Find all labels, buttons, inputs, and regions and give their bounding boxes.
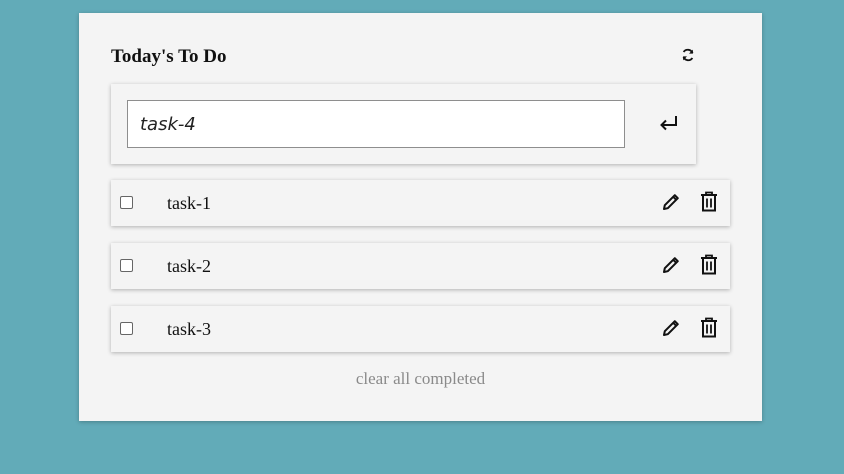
trash-icon bbox=[701, 191, 717, 212]
edit-task-button[interactable] bbox=[661, 255, 681, 275]
task-checkbox[interactable] bbox=[120, 322, 133, 335]
task-row: task-1 bbox=[111, 180, 730, 226]
pencil-icon bbox=[663, 320, 679, 336]
page-title: Today's To Do bbox=[111, 46, 227, 67]
clear-completed-link[interactable]: clear all completed bbox=[79, 369, 762, 389]
task-label: task-1 bbox=[167, 193, 211, 213]
refresh-icon bbox=[682, 48, 694, 62]
refresh-button[interactable] bbox=[680, 47, 696, 63]
task-label: task-3 bbox=[167, 319, 211, 339]
task-list: task-1 task-2 task-3 bbox=[111, 180, 730, 369]
trash-icon bbox=[701, 254, 717, 275]
add-task-button[interactable] bbox=[657, 112, 681, 134]
delete-task-button[interactable] bbox=[700, 191, 718, 212]
pencil-icon bbox=[663, 194, 679, 210]
pencil-icon bbox=[663, 257, 679, 273]
delete-task-button[interactable] bbox=[700, 254, 718, 275]
delete-task-button[interactable] bbox=[700, 317, 718, 338]
new-task-panel bbox=[111, 84, 696, 164]
edit-task-button[interactable] bbox=[661, 318, 681, 338]
task-checkbox[interactable] bbox=[120, 196, 133, 209]
task-row: task-3 bbox=[111, 306, 730, 352]
task-checkbox[interactable] bbox=[120, 259, 133, 272]
enter-icon bbox=[660, 116, 677, 131]
task-label: task-2 bbox=[167, 256, 211, 276]
task-row: task-2 bbox=[111, 243, 730, 289]
todo-card: Today's To Do task-1 bbox=[79, 13, 762, 421]
edit-task-button[interactable] bbox=[661, 192, 681, 212]
new-task-input[interactable] bbox=[127, 100, 625, 148]
trash-icon bbox=[701, 317, 717, 338]
